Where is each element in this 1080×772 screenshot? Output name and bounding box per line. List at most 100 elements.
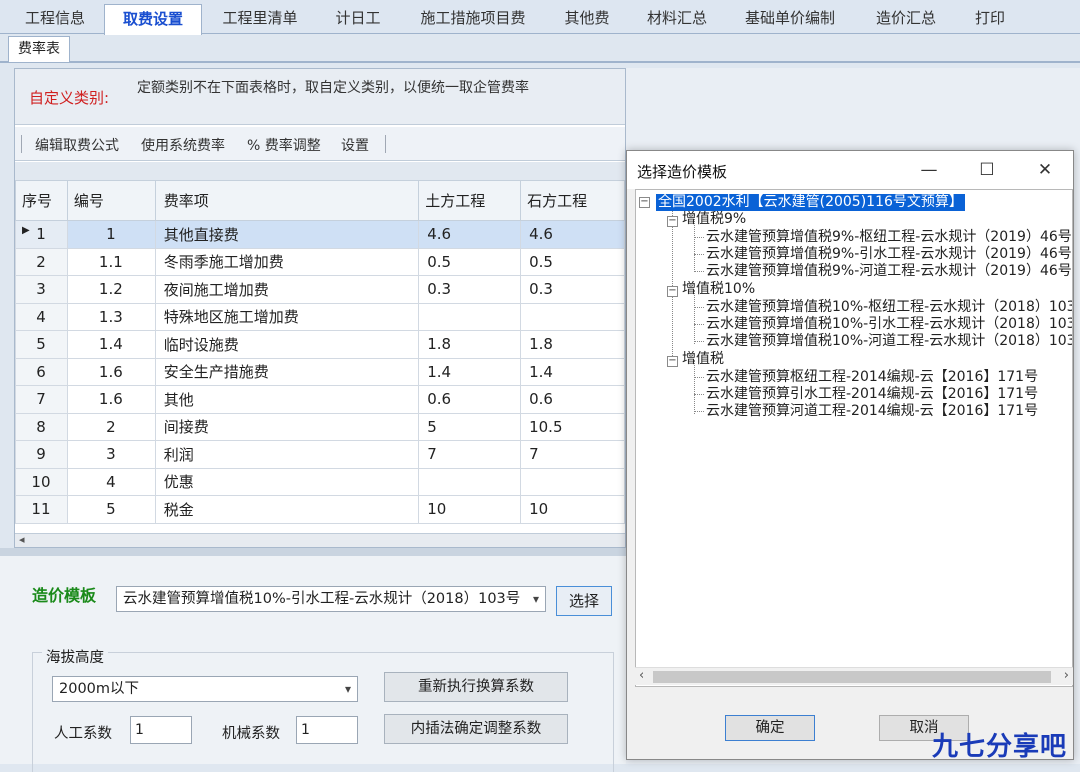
tree-root-node[interactable]: 全国2002水利【云水建管(2005)116号文预算】	[656, 194, 965, 211]
table-row[interactable]: 6 1.6 安全生产措施费 1.4 1.4	[15, 357, 625, 386]
code-cell[interactable]: 1.2	[66, 275, 156, 304]
ok-button[interactable]: 确定	[725, 715, 815, 741]
rerun-conversion-button[interactable]: 重新执行换算系数	[384, 672, 568, 702]
rate-item-cell[interactable]: 冬雨季施工增加费	[154, 247, 420, 276]
interpolation-button[interactable]: 内插法确定调整系数	[384, 714, 568, 744]
earthwork-cell[interactable]: 1.8	[418, 330, 522, 359]
code-cell[interactable]: 5	[66, 495, 156, 524]
labor-coef-input[interactable]: 1	[130, 716, 192, 744]
tab-base-unit-price[interactable]: 基础单价编制	[728, 4, 852, 34]
tree-group-vat10[interactable]: 增值税10%	[682, 281, 755, 298]
cost-template-select[interactable]: 云水建管预算增值税10%-引水工程-云水规计（2018）103号 ▾	[116, 586, 546, 612]
tree-item[interactable]: 云水建管预算增值税9%-引水工程-云水规计（2019）46号	[706, 246, 1072, 263]
rate-item-cell[interactable]: 优惠	[154, 467, 420, 496]
code-cell[interactable]: 1.3	[66, 302, 156, 331]
edit-formula-button[interactable]: 编辑取费公式	[35, 135, 119, 155]
table-row[interactable]: 10 4 优惠	[15, 467, 625, 496]
tree-group-vat[interactable]: 增值税	[682, 351, 724, 368]
tree-item[interactable]: 云水建管预算增值税9%-枢纽工程-云水规计（2019）46号	[706, 229, 1072, 246]
scroll-thumb[interactable]	[653, 671, 1051, 683]
scroll-left-arrow-icon[interactable]: ‹	[639, 668, 644, 683]
tab-other-fees[interactable]: 其他费	[548, 4, 626, 34]
column-header-index[interactable]: 序号	[15, 180, 68, 221]
earthwork-cell[interactable]	[418, 302, 522, 331]
tree-item[interactable]: 云水建管预算增值税10%-河道工程-云水规计（2018）103号	[706, 333, 1072, 350]
earthwork-cell[interactable]: 0.5	[418, 247, 522, 276]
rockwork-cell[interactable]	[520, 467, 625, 496]
table-row[interactable]: 11 5 税金 10 10	[15, 495, 625, 524]
rockwork-cell[interactable]: 0.5	[520, 247, 625, 276]
table-row[interactable]: 1 ▶ 1 其他直接费 4.6 4.6	[15, 220, 625, 249]
tab-rate-table[interactable]: 费率表	[8, 36, 70, 62]
chevron-down-icon[interactable]: ▾	[345, 677, 351, 701]
code-cell[interactable]: 1.1	[66, 247, 156, 276]
tree-item[interactable]: 云水建管预算引水工程-2014编规-云【2016】171号	[706, 386, 1038, 403]
collapse-group-icon[interactable]: −	[667, 286, 678, 297]
choose-template-button[interactable]: 选择	[556, 586, 612, 616]
panel-splitter[interactable]	[0, 548, 626, 556]
table-row[interactable]: 2 1.1 冬雨季施工增加费 0.5 0.5	[15, 247, 625, 276]
column-header-earthwork[interactable]: 土方工程	[418, 180, 522, 221]
rate-item-cell[interactable]: 特殊地区施工增加费	[154, 302, 420, 331]
altitude-select[interactable]: 2000m以下 ▾	[52, 676, 358, 702]
code-cell[interactable]: 1.6	[66, 357, 156, 386]
use-system-rate-button[interactable]: 使用系统费率	[141, 135, 225, 155]
code-cell[interactable]: 2	[66, 412, 156, 441]
machine-coef-input[interactable]: 1	[296, 716, 358, 744]
scroll-right-arrow-icon[interactable]: ›	[1064, 668, 1069, 683]
column-header-rate-item[interactable]: 费率项	[154, 180, 420, 221]
rate-item-cell[interactable]: 安全生产措施费	[154, 357, 420, 386]
earthwork-cell[interactable]: 0.3	[418, 275, 522, 304]
earthwork-cell[interactable]: 1.4	[418, 357, 522, 386]
tree-item[interactable]: 云水建管预算增值税10%-引水工程-云水规计（2018）103号	[706, 316, 1072, 333]
table-row[interactable]: 9 3 利润 7 7	[15, 440, 625, 469]
tab-print[interactable]: 打印	[960, 4, 1020, 34]
tree-horizontal-scrollbar[interactable]: ‹ ›	[635, 667, 1073, 685]
collapse-group-icon[interactable]: −	[667, 216, 678, 227]
tab-material-summary[interactable]: 材料汇总	[632, 4, 722, 34]
settings-button[interactable]: 设置	[341, 135, 369, 155]
tree-item[interactable]: 云水建管预算增值税10%-枢纽工程-云水规计（2018）103号	[706, 299, 1072, 316]
dialog-titlebar[interactable]: 选择造价模板 — ☐ ✕	[627, 151, 1073, 189]
tree-item[interactable]: 云水建管预算枢纽工程-2014编规-云【2016】171号	[706, 369, 1038, 386]
code-cell[interactable]: 1	[66, 220, 156, 249]
tree-group-vat9[interactable]: 增值税9%	[682, 211, 746, 228]
tree-item[interactable]: 云水建管预算河道工程-2014编规-云【2016】171号	[706, 403, 1038, 420]
collapse-root-icon[interactable]: −	[639, 197, 650, 208]
table-horizontal-scrollbar[interactable]: ◂	[15, 533, 625, 547]
rate-item-cell[interactable]: 其他直接费	[154, 220, 420, 249]
close-icon[interactable]: ✕	[1025, 157, 1065, 183]
table-row[interactable]: 8 2 间接费 5 10.5	[15, 412, 625, 441]
minimize-icon[interactable]: —	[909, 157, 949, 183]
rate-item-cell[interactable]: 临时设施费	[154, 330, 420, 359]
rockwork-cell[interactable]	[520, 302, 625, 331]
code-cell[interactable]: 4	[66, 467, 156, 496]
earthwork-cell[interactable]: 7	[418, 440, 522, 469]
rockwork-cell[interactable]: 7	[520, 440, 625, 469]
rockwork-cell[interactable]: 0.6	[520, 385, 625, 414]
rate-item-cell[interactable]: 利润	[154, 440, 420, 469]
code-cell[interactable]: 3	[66, 440, 156, 469]
rate-item-cell[interactable]: 其他	[154, 385, 420, 414]
code-cell[interactable]: 1.6	[66, 385, 156, 414]
rockwork-cell[interactable]: 1.4	[520, 357, 625, 386]
rate-item-cell[interactable]: 间接费	[154, 412, 420, 441]
rockwork-cell[interactable]: 0.3	[520, 275, 625, 304]
tab-fee-settings[interactable]: 取费设置	[104, 4, 202, 35]
collapse-group-icon[interactable]: −	[667, 356, 678, 367]
earthwork-cell[interactable]: 0.6	[418, 385, 522, 414]
tab-quantity-list[interactable]: 工程里清单	[208, 4, 312, 34]
rate-item-cell[interactable]: 夜间施工增加费	[154, 275, 420, 304]
rate-item-cell[interactable]: 税金	[154, 495, 420, 524]
column-header-code[interactable]: 编号	[66, 180, 156, 221]
maximize-icon[interactable]: ☐	[967, 157, 1007, 183]
tab-project-info[interactable]: 工程信息	[12, 4, 98, 34]
tab-construction-measures[interactable]: 施工措施项目费	[404, 4, 542, 34]
earthwork-cell[interactable]: 10	[418, 495, 522, 524]
tab-daywork[interactable]: 计日工	[318, 4, 398, 34]
rockwork-cell[interactable]: 4.6	[520, 220, 625, 249]
table-row[interactable]: 3 1.2 夜间施工增加费 0.3 0.3	[15, 275, 625, 304]
code-cell[interactable]: 1.4	[66, 330, 156, 359]
tab-cost-summary[interactable]: 造价汇总	[858, 4, 954, 34]
earthwork-cell[interactable]	[418, 467, 522, 496]
